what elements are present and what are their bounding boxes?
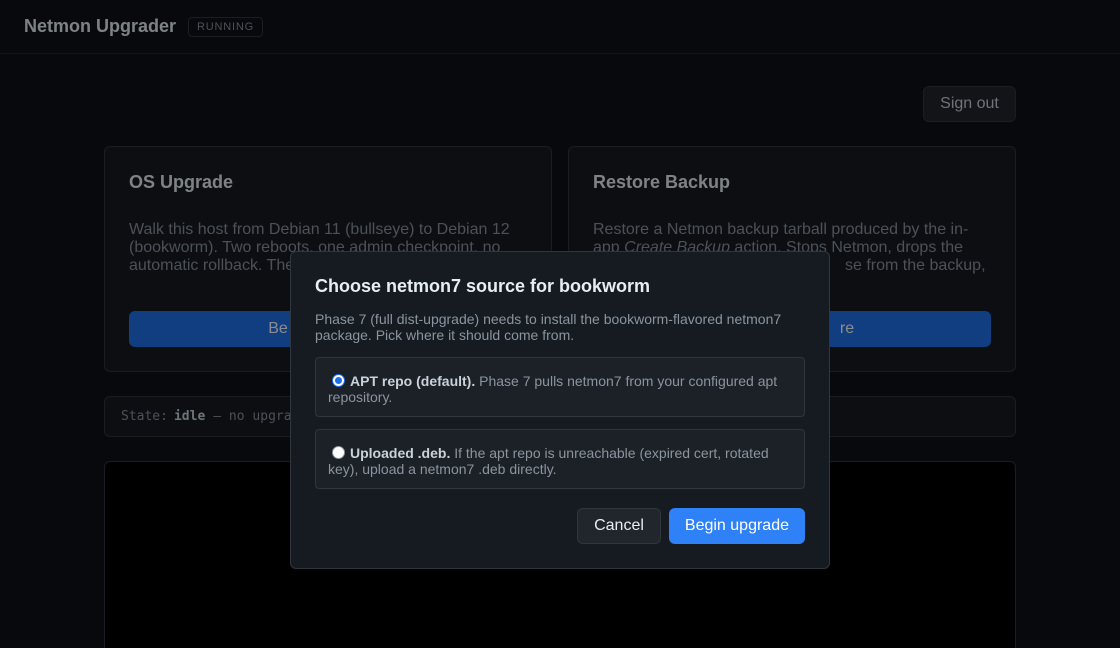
begin-upgrade-button[interactable]: Begin upgrade xyxy=(668,508,805,544)
option-label: Uploaded .deb. xyxy=(350,445,451,461)
option-uploaded-deb[interactable]: Uploaded .deb. If the apt repo is unreac… xyxy=(315,429,805,489)
uploaded-deb-radio[interactable] xyxy=(332,446,345,459)
apt-repo-radio[interactable] xyxy=(332,374,345,387)
option-apt-repo[interactable]: APT repo (default). Phase 7 pulls netmon… xyxy=(315,357,805,417)
option-label: APT repo (default). xyxy=(350,373,476,389)
dialog-actions: Cancel Begin upgrade xyxy=(577,508,805,544)
cancel-button[interactable]: Cancel xyxy=(577,508,661,544)
dialog-title: Choose netmon7 source for bookworm xyxy=(315,276,651,296)
source-dialog: Choose netmon7 source for bookworm Phase… xyxy=(290,251,830,569)
dialog-description: Phase 7 (full dist-upgrade) needs to ins… xyxy=(315,311,782,343)
